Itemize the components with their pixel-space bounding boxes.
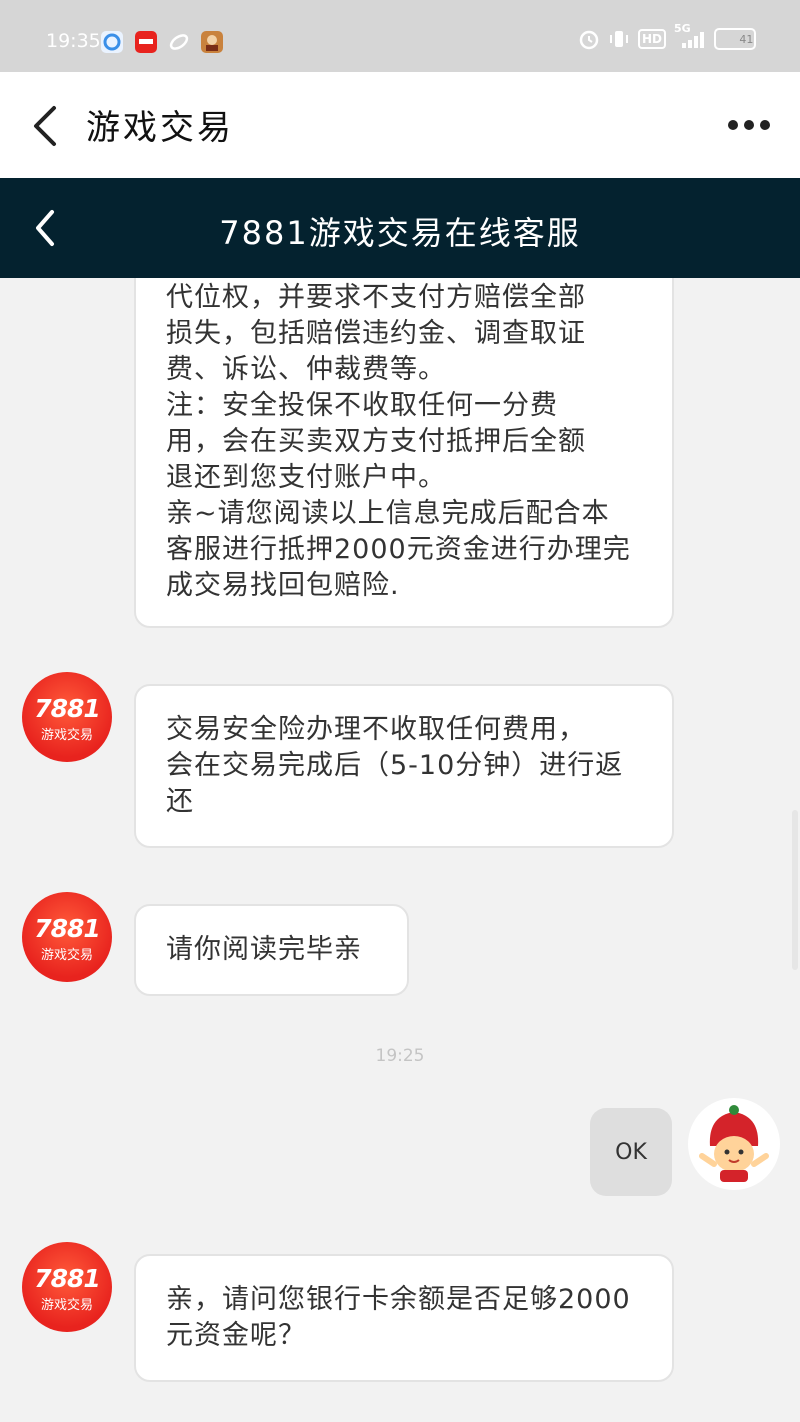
- message-text: 交易安全险办理不收取任何费用， 会在交易完成后（5-10分钟）进行返 还: [166, 714, 624, 817]
- scrollbar-thumb[interactable]: [792, 810, 798, 970]
- message-text: 代位权，并要求不支付方赔偿全部 损失，包括赔偿违约金、调查取证 费、诉讼、仲裁费…: [166, 282, 631, 601]
- agent-avatar[interactable]: 7881 游戏交易: [22, 1242, 112, 1332]
- page-title: 游戏交易: [86, 108, 234, 148]
- message-text: OK: [615, 1139, 647, 1165]
- status-indicators: HD 5G 41: [578, 22, 756, 50]
- more-dot-icon: [760, 120, 770, 130]
- browser-app-icon: [101, 31, 123, 53]
- message-bubble: 代位权，并要求不支付方赔偿全部 损失，包括赔偿违约金、调查取证 费、诉讼、仲裁费…: [134, 278, 674, 628]
- more-dot-icon: [728, 120, 738, 130]
- 7881-app-icon: [135, 31, 157, 53]
- user-avatar[interactable]: [688, 1098, 780, 1190]
- agent-avatar[interactable]: 7881 游戏交易: [22, 672, 112, 762]
- game-app-icon: [201, 31, 223, 53]
- status-bar: 19:35 HD 5G 41: [0, 0, 800, 72]
- battery-level: 41: [739, 32, 754, 46]
- hd-indicator: HD: [637, 29, 666, 49]
- message-timestamp: 19:25: [375, 1046, 425, 1066]
- network-label: 5G: [674, 22, 691, 35]
- chat-header: 7881游戏交易在线客服: [0, 178, 800, 278]
- vibrate-icon: [608, 28, 630, 50]
- message-bubble: 亲，请问您银行卡余额是否足够2000 元资金呢？: [134, 1254, 674, 1382]
- alarm-icon: [578, 28, 600, 50]
- message-bubble: 交易安全险办理不收取任何费用， 会在交易完成后（5-10分钟）进行返 还: [134, 684, 674, 848]
- app-bar: 游戏交易: [0, 72, 800, 178]
- message-text: 亲，请问您银行卡余额是否足够2000 元资金呢？: [166, 1284, 631, 1351]
- avatar-brand-sub: 游戏交易: [40, 1298, 93, 1313]
- agent-avatar[interactable]: 7881 游戏交易: [22, 892, 112, 982]
- avatar-brand-sub: 游戏交易: [40, 948, 93, 963]
- battery-icon: 41: [714, 28, 756, 50]
- message-bubble: 请你阅读完毕亲: [134, 904, 409, 996]
- more-options-button[interactable]: [728, 110, 770, 140]
- more-dot-icon: [744, 120, 754, 130]
- status-time: 19:35: [46, 30, 101, 52]
- avatar-brand-sub: 游戏交易: [40, 728, 93, 743]
- avatar-brand-number: 7881: [34, 694, 101, 723]
- chat-messages[interactable]: 代位权，并要求不支付方赔偿全部 损失，包括赔偿违约金、调查取证 费、诉讼、仲裁费…: [0, 278, 800, 1422]
- avatar-brand-number: 7881: [34, 914, 101, 943]
- chat-title: 7881游戏交易在线客服: [219, 214, 581, 252]
- link-app-icon: [168, 31, 190, 53]
- message-text: 请你阅读完毕亲: [166, 934, 362, 965]
- chevron-left-icon: [34, 106, 56, 146]
- back-button[interactable]: [26, 102, 70, 150]
- user-message-bubble: OK: [590, 1108, 672, 1196]
- avatar-brand-number: 7881: [34, 1264, 101, 1293]
- signal-icon: 5G: [674, 22, 706, 50]
